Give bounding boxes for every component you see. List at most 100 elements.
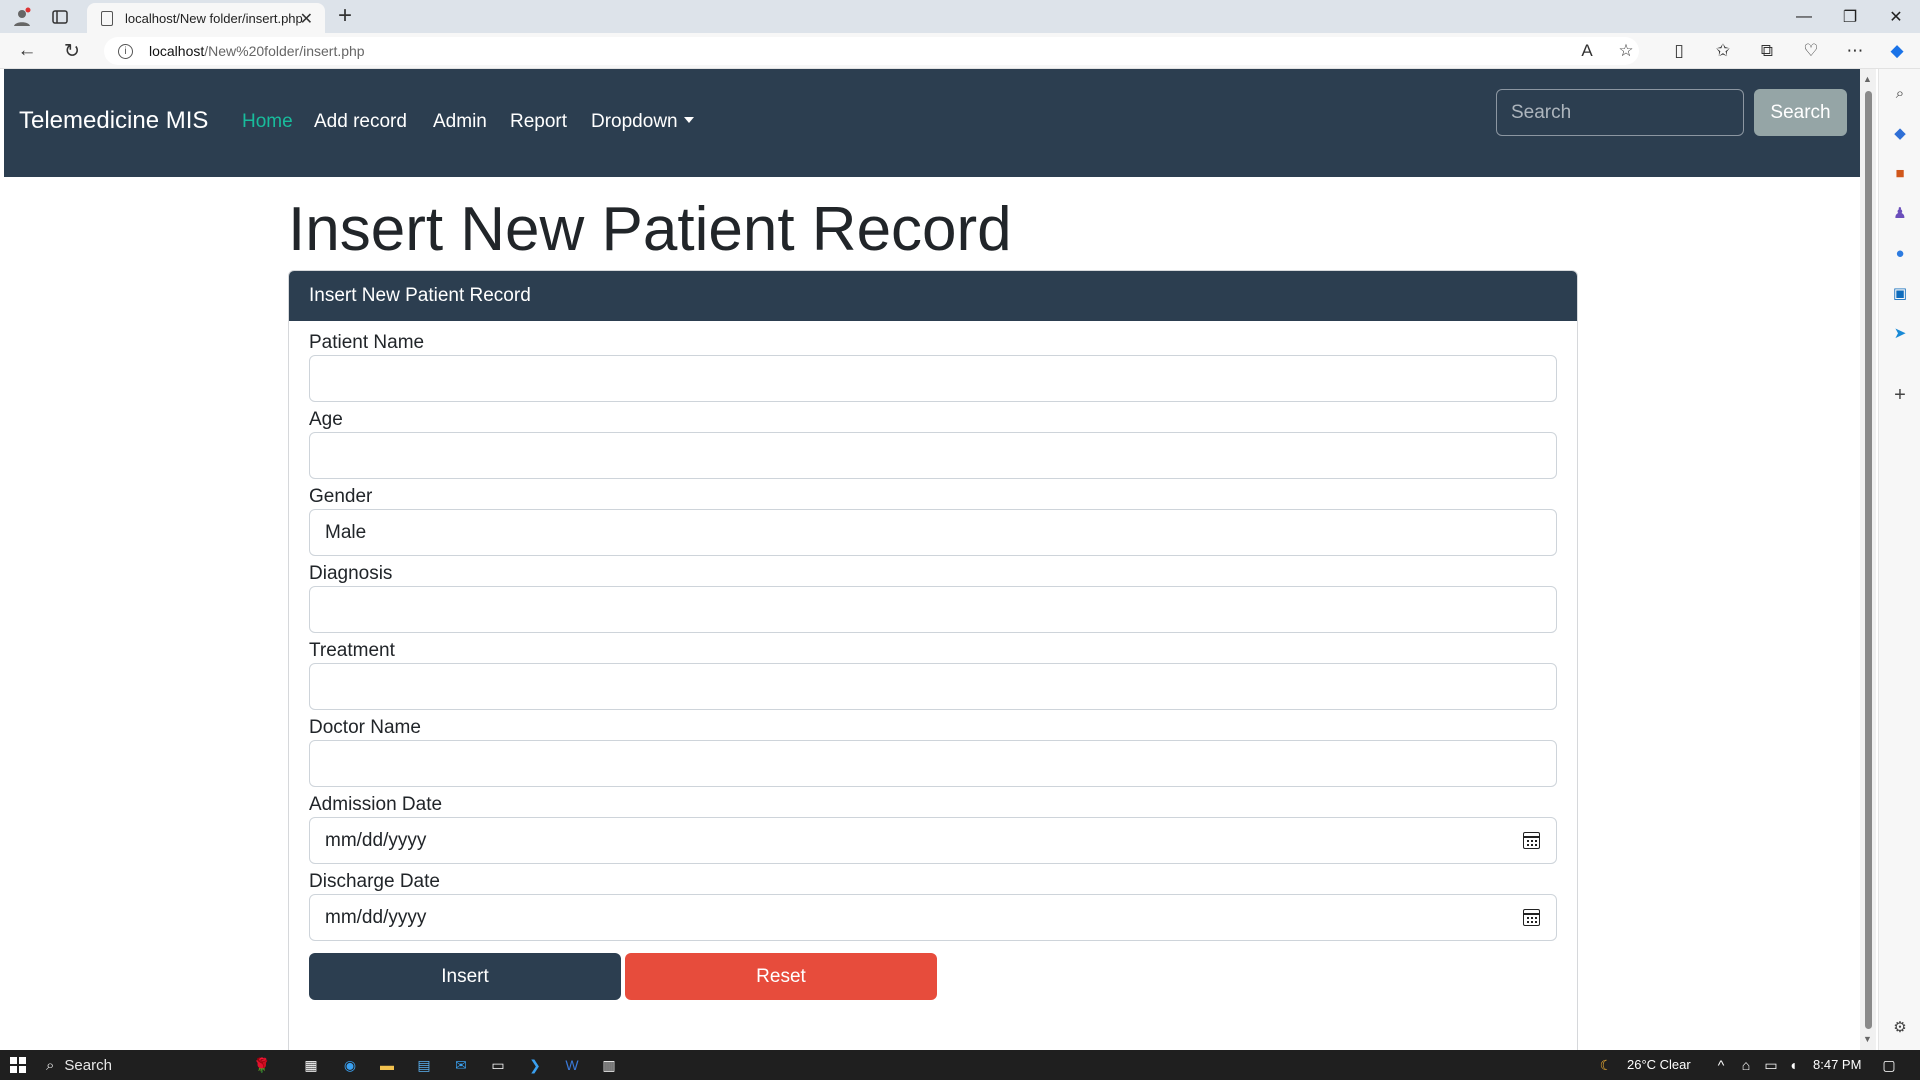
gender-select[interactable]: Male bbox=[309, 509, 1557, 556]
nav-link-admin[interactable]: Admin bbox=[433, 111, 487, 133]
nav-link-home[interactable]: Home bbox=[242, 111, 293, 133]
volume-icon[interactable]: ◖ bbox=[1782, 1054, 1804, 1076]
favorites-icon[interactable]: ✩ bbox=[1706, 33, 1740, 69]
web-page: Telemedicine MIS Home Add record Admin R… bbox=[4, 69, 1860, 1050]
gender-label: Gender bbox=[309, 486, 373, 507]
scroll-up-icon[interactable]: ▲ bbox=[1863, 74, 1872, 84]
refresh-icon[interactable]: ↻ bbox=[55, 33, 89, 69]
store-icon[interactable]: ▤ bbox=[413, 1054, 435, 1076]
tab-title: localhost/New folder/insert.php bbox=[125, 10, 303, 26]
favorite-star-icon[interactable]: ☆ bbox=[1609, 33, 1643, 69]
send-icon[interactable]: ➤ bbox=[1890, 323, 1910, 343]
minimize-icon[interactable]: — bbox=[1781, 0, 1827, 33]
nav-search-input[interactable] bbox=[1496, 89, 1744, 136]
site-info-icon[interactable]: i bbox=[118, 43, 133, 59]
browser-essentials-icon[interactable]: ♡ bbox=[1794, 33, 1828, 69]
outlook-icon[interactable]: ▣ bbox=[1890, 283, 1910, 303]
weather-text[interactable]: 26°C Clear bbox=[1627, 1057, 1691, 1072]
flowers-widget-icon[interactable]: 🌹 bbox=[240, 1054, 284, 1076]
calendar-icon[interactable] bbox=[1523, 832, 1540, 849]
edge-icon[interactable]: ◉ bbox=[339, 1054, 361, 1076]
games-icon[interactable]: ♟ bbox=[1890, 203, 1910, 223]
app-icon[interactable]: ▥ bbox=[598, 1054, 620, 1076]
sidebar-settings-icon[interactable]: ⚙ bbox=[1890, 1017, 1910, 1037]
browser-toolbar: ← ↻ i localhost/New%20folder/insert.php … bbox=[0, 33, 1920, 69]
diagnosis-label: Diagnosis bbox=[309, 563, 393, 584]
browser-tab-bar: localhost/New folder/insert.php ✕ + — ❐ … bbox=[0, 0, 1920, 33]
copilot-app-icon[interactable]: ● bbox=[1890, 243, 1910, 263]
restore-icon[interactable]: ❐ bbox=[1827, 0, 1873, 33]
copilot-icon[interactable]: ◆ bbox=[1880, 33, 1914, 69]
search-icon[interactable]: ⌕ bbox=[1890, 83, 1910, 103]
caret-down-icon bbox=[683, 117, 694, 123]
gender-selected-value: Male bbox=[325, 521, 367, 543]
age-input[interactable] bbox=[309, 432, 1557, 479]
discharge-date-value: mm/dd/yyyy bbox=[325, 906, 427, 928]
calendar-icon[interactable] bbox=[1523, 909, 1540, 926]
shopping-tag-icon[interactable]: ◆ bbox=[1890, 123, 1910, 143]
moon-weather-icon: ☾ bbox=[1599, 1056, 1613, 1073]
page-scrollbar[interactable]: ▲ ▼ bbox=[1860, 69, 1876, 1050]
page-title: Insert New Patient Record bbox=[288, 195, 1012, 264]
file-explorer-icon[interactable]: ▬ bbox=[376, 1054, 398, 1076]
terminal-icon[interactable]: ▭ bbox=[487, 1054, 509, 1076]
network-icon[interactable]: ⌂ bbox=[1735, 1054, 1757, 1076]
insert-form-card: Insert New Patient Record Patient Name A… bbox=[288, 270, 1578, 1050]
add-sidebar-app-icon[interactable]: + bbox=[1890, 384, 1910, 406]
admission-date-input[interactable]: mm/dd/yyyy bbox=[309, 817, 1557, 864]
windows-start-icon[interactable] bbox=[7, 1054, 29, 1076]
tray-overflow-icon[interactable]: ^ bbox=[1710, 1054, 1732, 1076]
tools-icon[interactable]: ■ bbox=[1890, 163, 1910, 183]
url-host: localhost bbox=[149, 43, 205, 59]
card-header: Insert New Patient Record bbox=[289, 271, 1577, 321]
site-brand[interactable]: Telemedicine MIS bbox=[19, 107, 208, 135]
doctor-name-input[interactable] bbox=[309, 740, 1557, 787]
nav-link-report[interactable]: Report bbox=[510, 111, 567, 133]
close-tab-icon[interactable]: ✕ bbox=[300, 9, 313, 29]
search-icon: ⌕ bbox=[46, 1056, 55, 1074]
more-options-icon[interactable]: ⋯ bbox=[1838, 33, 1872, 69]
nav-dropdown-label: Dropdown bbox=[591, 111, 678, 132]
split-screen-icon[interactable]: ▯ bbox=[1662, 33, 1696, 69]
patient-name-input[interactable] bbox=[309, 355, 1557, 402]
collections-icon[interactable]: ⧉ bbox=[1750, 33, 1784, 69]
tab-actions-icon[interactable] bbox=[48, 0, 72, 33]
page-icon bbox=[101, 10, 113, 26]
address-bar[interactable]: i localhost/New%20folder/insert.php bbox=[104, 37, 1639, 65]
url-path: /New%20folder/insert.php bbox=[204, 43, 365, 59]
close-window-icon[interactable]: ✕ bbox=[1873, 0, 1919, 33]
word-icon[interactable]: W bbox=[561, 1054, 583, 1076]
discharge-date-label: Discharge Date bbox=[309, 871, 440, 892]
scroll-thumb[interactable] bbox=[1865, 91, 1872, 1029]
read-aloud-icon[interactable]: A bbox=[1570, 33, 1604, 69]
treatment-label: Treatment bbox=[309, 640, 395, 661]
diagnosis-input[interactable] bbox=[309, 586, 1557, 633]
age-label: Age bbox=[309, 409, 343, 430]
insert-button[interactable]: Insert bbox=[309, 953, 621, 1000]
doctor-name-label: Doctor Name bbox=[309, 717, 421, 738]
nav-link-add-record[interactable]: Add record bbox=[314, 111, 407, 133]
taskbar-search[interactable]: ⌕ Search bbox=[46, 1054, 112, 1076]
admission-date-value: mm/dd/yyyy bbox=[325, 829, 427, 851]
mail-icon[interactable]: ✉ bbox=[450, 1054, 472, 1076]
taskbar-search-label: Search bbox=[64, 1056, 112, 1074]
site-navbar: Telemedicine MIS Home Add record Admin R… bbox=[4, 69, 1860, 177]
profile-icon[interactable] bbox=[8, 0, 36, 33]
discharge-date-input[interactable]: mm/dd/yyyy bbox=[309, 894, 1557, 941]
nav-search-button[interactable]: Search bbox=[1754, 89, 1847, 136]
reset-button[interactable]: Reset bbox=[625, 953, 937, 1000]
notifications-icon[interactable]: ▢ bbox=[1878, 1054, 1900, 1076]
nav-dropdown[interactable]: Dropdown bbox=[591, 111, 694, 133]
vscode-icon[interactable]: ❯ bbox=[524, 1054, 546, 1076]
browser-sidebar: ⌕ ◆ ■ ♟ ● ▣ ➤ + ⚙ bbox=[1878, 69, 1920, 1050]
scroll-down-icon[interactable]: ▼ bbox=[1863, 1034, 1872, 1044]
clock[interactable]: 8:47 PM bbox=[1813, 1057, 1861, 1072]
back-icon[interactable]: ← bbox=[10, 33, 44, 69]
new-tab-icon[interactable]: + bbox=[338, 2, 352, 30]
display-icon[interactable]: ▭ bbox=[1760, 1054, 1782, 1076]
task-view-icon[interactable]: ▦ bbox=[300, 1054, 322, 1076]
windows-taskbar: ⌕ Search 🌹 ▦ ◉ ▬ ▤ ✉ ▭ ❯ W ▥ ☾ 26°C Clea… bbox=[0, 1050, 1920, 1080]
browser-tab[interactable]: localhost/New folder/insert.php ✕ bbox=[87, 3, 325, 33]
admission-date-label: Admission Date bbox=[309, 794, 443, 815]
treatment-input[interactable] bbox=[309, 663, 1557, 710]
